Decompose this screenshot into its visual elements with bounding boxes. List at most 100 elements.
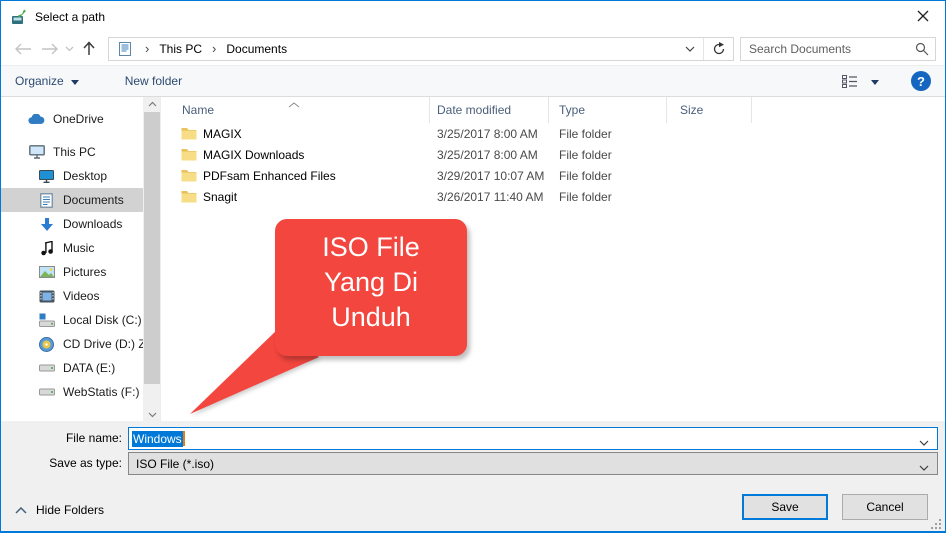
column-headers: Name Date modified Type Size — [161, 97, 945, 123]
sidebar-item-videos[interactable]: Videos — [1, 284, 143, 308]
navigation-pane: OneDrive This PC — [1, 97, 161, 422]
address-dropdown-chevron[interactable] — [677, 38, 703, 60]
sidebar-item-downloads[interactable]: Downloads — [1, 212, 143, 236]
column-header-size[interactable]: Size — [667, 97, 752, 123]
desktop-icon — [38, 168, 55, 184]
onedrive-cloud-icon — [28, 111, 45, 127]
address-row: › This PC › Documents — [1, 32, 945, 65]
content-area: OneDrive This PC — [1, 97, 945, 422]
sidebar-label: Downloads — [63, 217, 122, 231]
pictures-icon — [38, 264, 55, 280]
change-view-button[interactable] — [842, 75, 879, 88]
file-name: Snagit — [203, 190, 237, 204]
music-icon — [38, 240, 55, 256]
videos-icon — [38, 288, 55, 304]
address-bar[interactable]: › This PC › Documents — [108, 37, 734, 61]
search-box — [740, 37, 936, 61]
new-folder-button[interactable]: New folder — [125, 66, 182, 96]
column-header-type[interactable]: Type — [549, 97, 667, 123]
organize-dropdown-icon — [71, 80, 79, 85]
organize-label: Organize — [15, 74, 64, 88]
file-row[interactable]: MAGIX Downloads 3/25/2017 8:00 AM File f… — [161, 144, 945, 165]
sidebar-item-music[interactable]: Music — [1, 236, 143, 260]
folder-icon — [181, 148, 197, 161]
sidebar-item-this-pc[interactable]: This PC — [1, 140, 143, 164]
sidebar-label: OneDrive — [53, 112, 104, 126]
search-input[interactable] — [741, 42, 909, 56]
file-type: File folder — [549, 127, 667, 141]
sidebar-label: CD Drive (D:) ZT — [63, 337, 143, 351]
sidebar-label: Documents — [63, 193, 124, 207]
text-cursor — [183, 431, 185, 446]
sidebar-item-data-e[interactable]: DATA (E:) — [1, 356, 143, 380]
file-name-dropdown-icon[interactable] — [919, 435, 929, 449]
cancel-button[interactable]: Cancel — [842, 494, 928, 520]
search-icon[interactable] — [909, 42, 935, 56]
downloads-icon — [38, 216, 55, 232]
scroll-down-icon[interactable] — [143, 408, 161, 422]
sidebar-label: Pictures — [63, 265, 106, 279]
breadcrumb: › This PC › Documents — [109, 38, 677, 60]
folder-icon — [181, 190, 197, 203]
file-row[interactable]: MAGIX 3/25/2017 8:00 AM File folder — [161, 123, 945, 144]
sidebar-item-onedrive[interactable]: OneDrive — [1, 107, 143, 131]
sidebar-item-cd-drive-d[interactable]: CD Drive (D:) ZT — [1, 332, 143, 356]
hard-disk-icon — [38, 360, 55, 376]
save-as-type-value: ISO File (*.iso) — [136, 457, 214, 471]
file-date: 3/25/2017 8:00 AM — [430, 127, 549, 141]
sidebar-label: Local Disk (C:) — [63, 313, 142, 327]
hide-folders-button[interactable]: Hide Folders — [15, 503, 104, 517]
sidebar-label: Music — [63, 241, 94, 255]
save-as-type-label: Save as type: — [1, 452, 128, 475]
sidebar-item-desktop[interactable]: Desktop — [1, 164, 143, 188]
breadcrumb-separator-icon: › — [137, 41, 157, 56]
sidebar-scrollbar[interactable] — [143, 97, 160, 422]
save-button[interactable]: Save — [742, 494, 828, 520]
sidebar-label: WebStatis (F:) — [63, 385, 139, 399]
file-row[interactable]: PDFsam Enhanced Files 3/29/2017 10:07 AM… — [161, 165, 945, 186]
sidebar-label: Desktop — [63, 169, 107, 183]
up-button[interactable] — [76, 37, 102, 61]
this-pc-icon — [28, 144, 45, 160]
details-view-icon — [842, 75, 858, 88]
file-date: 3/25/2017 8:00 AM — [430, 148, 549, 162]
file-row[interactable]: Snagit 3/26/2017 11:40 AM File folder — [161, 186, 945, 207]
hard-disk-icon — [38, 384, 55, 400]
recent-locations-chevron[interactable] — [62, 37, 76, 61]
sidebar-item-local-disk-c[interactable]: Local Disk (C:) — [1, 308, 143, 332]
sidebar-item-pictures[interactable]: Pictures — [1, 260, 143, 284]
scrollbar-thumb[interactable] — [144, 112, 160, 384]
column-header-date-modified[interactable]: Date modified — [430, 97, 549, 123]
breadcrumb-this-pc[interactable]: This PC — [157, 42, 204, 56]
file-name-input[interactable]: Windows — [128, 427, 938, 450]
bottom-panel: File name: Windows Save as type: ISO Fil… — [1, 421, 945, 531]
resize-grip[interactable] — [931, 519, 941, 529]
window-title: Select a path — [35, 10, 105, 24]
help-button[interactable]: ? — [911, 71, 931, 91]
file-name-label: File name: — [1, 427, 128, 450]
save-as-type-dropdown-icon[interactable] — [919, 460, 929, 474]
close-button[interactable] — [900, 1, 945, 31]
documents-icon — [38, 192, 55, 208]
sidebar-item-webstatis-f[interactable]: WebStatis (F:) — [1, 380, 143, 404]
sidebar-item-documents[interactable]: Documents — [1, 188, 143, 212]
back-button[interactable] — [10, 37, 36, 61]
file-date: 3/26/2017 11:40 AM — [430, 190, 549, 204]
callout-annotation: ISO File Yang Di Unduh — [275, 219, 467, 356]
sidebar-label: This PC — [53, 145, 96, 159]
breadcrumb-documents[interactable]: Documents — [224, 42, 289, 56]
organize-button[interactable]: Organize — [15, 66, 79, 96]
save-as-type-select[interactable]: ISO File (*.iso) — [128, 452, 938, 475]
file-name-value: Windows — [132, 431, 183, 447]
scroll-up-icon[interactable] — [143, 97, 161, 111]
chevron-up-icon — [15, 507, 27, 514]
file-date: 3/29/2017 10:07 AM — [430, 169, 549, 183]
view-dropdown-icon — [871, 80, 879, 85]
location-document-icon — [117, 41, 133, 57]
hide-folders-label: Hide Folders — [36, 503, 104, 517]
command-toolbar: Organize New folder ? — [1, 65, 945, 97]
forward-button[interactable] — [36, 37, 62, 61]
cd-drive-icon — [38, 336, 55, 352]
folder-icon — [181, 169, 197, 182]
refresh-button[interactable] — [703, 38, 733, 60]
